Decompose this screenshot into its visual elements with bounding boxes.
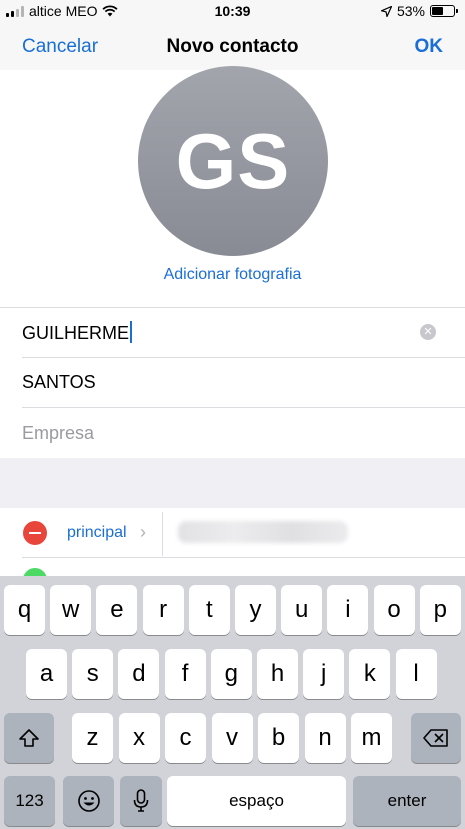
key-q[interactable]: q: [4, 585, 45, 635]
key-w[interactable]: w: [50, 585, 92, 635]
key-o[interactable]: o: [373, 585, 415, 635]
key-j[interactable]: j: [303, 649, 345, 699]
key-e[interactable]: e: [96, 585, 138, 635]
key-y[interactable]: y: [235, 585, 276, 635]
key-z[interactable]: z: [72, 713, 113, 763]
divider: [162, 512, 163, 556]
first-name-value: GUILHERME: [22, 323, 130, 343]
battery-icon: [430, 5, 458, 17]
emoji-key[interactable]: [63, 776, 114, 826]
key-l[interactable]: l: [395, 649, 437, 699]
shift-key[interactable]: [4, 713, 54, 763]
divider: [0, 307, 465, 308]
microphone-icon: [133, 789, 149, 812]
section-separator: [0, 458, 465, 508]
location-icon: [380, 5, 392, 17]
dictation-key[interactable]: [120, 776, 162, 826]
phone-label-button[interactable]: principal: [67, 524, 127, 542]
key-v[interactable]: v: [211, 713, 253, 763]
last-name-field[interactable]: SANTOS: [22, 372, 96, 393]
key-g[interactable]: g: [210, 649, 252, 699]
key-b[interactable]: b: [258, 713, 299, 763]
chevron-right-icon: ›: [140, 522, 146, 542]
key-p[interactable]: p: [419, 585, 461, 635]
key-s[interactable]: s: [72, 649, 114, 699]
backspace-key[interactable]: [411, 713, 461, 763]
divider: [22, 407, 465, 408]
key-t[interactable]: t: [188, 585, 230, 635]
divider: [22, 557, 465, 558]
company-field[interactable]: Empresa: [22, 423, 94, 444]
key-c[interactable]: c: [165, 713, 206, 763]
key-a[interactable]: a: [26, 649, 67, 699]
key-d[interactable]: d: [118, 649, 160, 699]
key-u[interactable]: u: [281, 585, 323, 635]
key-m[interactable]: m: [351, 713, 392, 763]
text-cursor: [130, 321, 133, 343]
shift-icon: [19, 729, 39, 747]
ok-button[interactable]: OK: [415, 36, 444, 58]
divider: [22, 357, 465, 358]
key-h[interactable]: h: [257, 649, 298, 699]
key-k[interactable]: k: [349, 649, 391, 699]
keyboard: 123 espaço enter qwertyuiop asdfghjkl zxcv…: [0, 576, 465, 829]
key-i[interactable]: i: [327, 585, 369, 635]
enter-key[interactable]: enter: [353, 776, 461, 826]
clear-icon[interactable]: ✕: [420, 324, 436, 340]
space-key[interactable]: espaço: [167, 776, 346, 826]
page-title: Novo contacto: [166, 36, 299, 57]
phone-number-field[interactable]: [178, 521, 348, 543]
key-r[interactable]: r: [142, 585, 184, 635]
navigation-bar: Cancelar Novo contacto OK: [0, 24, 465, 70]
emoji-icon: [77, 790, 100, 812]
battery-percent: 53%: [396, 3, 425, 19]
avatar[interactable]: GS: [138, 66, 328, 256]
first-name-field[interactable]: GUILHERME: [22, 321, 133, 344]
status-right: 53%: [380, 3, 458, 19]
add-photo-button[interactable]: Adicionar fotografia: [0, 266, 465, 284]
status-bar: altice MEO 10:39 53%: [0, 0, 465, 24]
battery-fill: [432, 7, 444, 15]
key-f[interactable]: f: [164, 649, 206, 699]
key-n[interactable]: n: [304, 713, 346, 763]
key-x[interactable]: x: [118, 713, 160, 763]
numbers-key[interactable]: 123: [4, 776, 55, 826]
backspace-icon: [423, 729, 448, 747]
remove-phone-icon[interactable]: [23, 521, 47, 545]
